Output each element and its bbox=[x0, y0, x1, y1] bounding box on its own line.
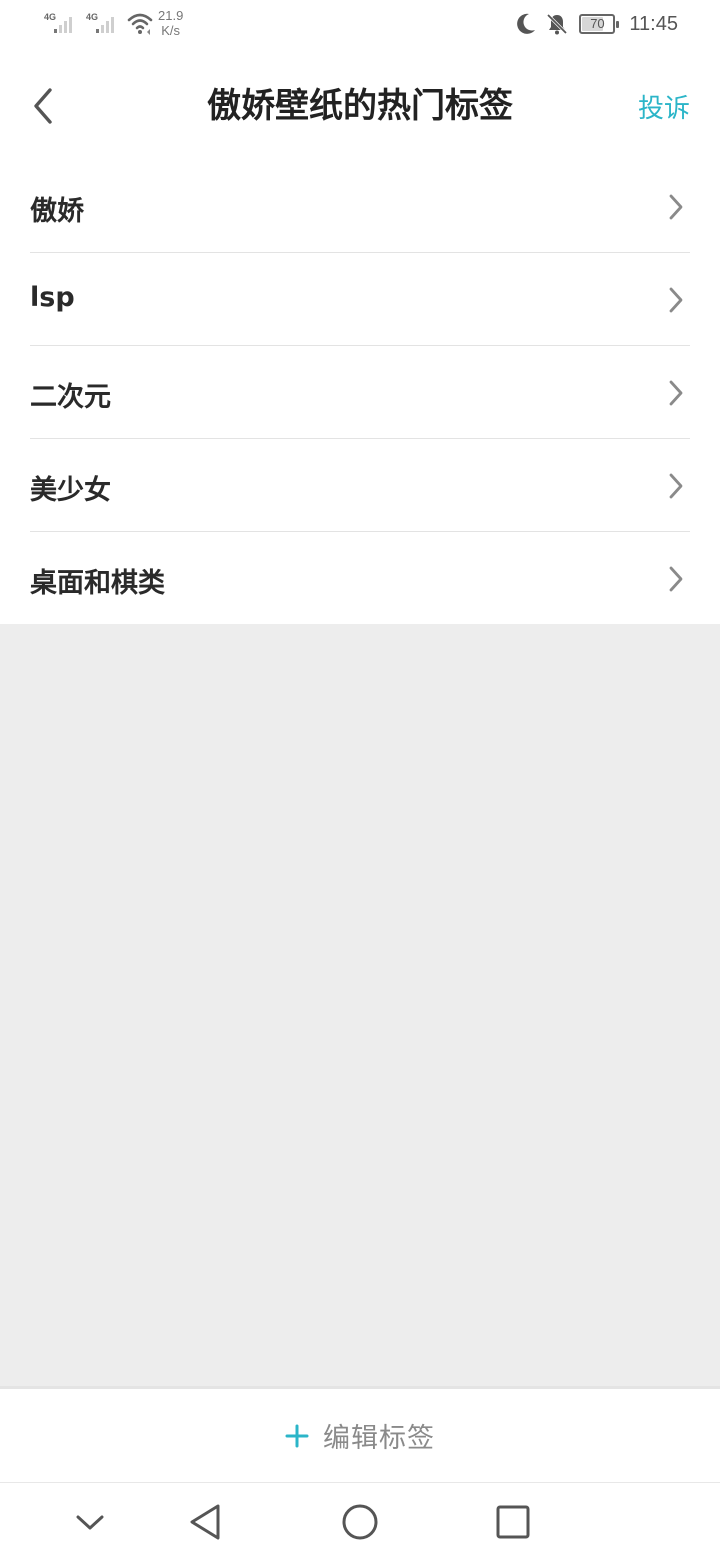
nav-home-button[interactable] bbox=[338, 1501, 382, 1545]
list-item[interactable]: lsp bbox=[30, 253, 690, 346]
status-right: 70 11:45 bbox=[515, 12, 678, 36]
back-triangle-icon bbox=[190, 1504, 220, 1540]
list-item[interactable]: 美少女 bbox=[30, 439, 690, 532]
nav-back-button[interactable] bbox=[184, 1501, 228, 1545]
header: 傲娇壁纸的热门标签 投诉 bbox=[0, 52, 720, 160]
edit-tags-button[interactable]: 编辑标签 bbox=[0, 1386, 720, 1482]
signal-icon: 4G bbox=[86, 8, 120, 38]
page-title: 傲娇壁纸的热门标签 bbox=[207, 86, 513, 126]
nav-recents-button[interactable] bbox=[490, 1501, 534, 1545]
status-bar: 4G 4G 21.9 K/s 70 11:45 bbox=[0, 0, 720, 52]
network-speed-unit: K/s bbox=[161, 23, 181, 38]
report-button[interactable]: 投诉 bbox=[638, 88, 690, 125]
battery-icon: 70 bbox=[579, 14, 620, 34]
nav-hide-button[interactable] bbox=[68, 1501, 112, 1545]
chevron-right-icon bbox=[669, 194, 683, 220]
network-speed-value: 21.9 bbox=[158, 8, 184, 23]
battery-level: 70 bbox=[590, 16, 605, 31]
list-item[interactable]: 桌面和棋类 bbox=[30, 532, 690, 624]
list-item[interactable]: 二次元 bbox=[30, 346, 690, 439]
list-item[interactable]: 傲娇 bbox=[30, 160, 690, 253]
network-speed: 21.9 K/s bbox=[158, 8, 183, 38]
plus-icon bbox=[285, 1424, 309, 1447]
status-left: 4G 4G 21.9 K/s bbox=[44, 8, 183, 38]
tag-label: 美少女 bbox=[30, 475, 111, 506]
system-nav-bar bbox=[0, 1482, 720, 1560]
chevron-right-icon bbox=[669, 566, 683, 592]
chevron-down-icon bbox=[76, 1515, 104, 1530]
home-circle-icon bbox=[342, 1504, 378, 1540]
chevron-right-icon bbox=[669, 473, 683, 499]
moon-icon bbox=[517, 13, 536, 34]
recents-square-icon bbox=[496, 1505, 530, 1539]
tag-label: 桌面和棋类 bbox=[30, 568, 165, 599]
tag-label: 傲娇 bbox=[30, 196, 84, 227]
chevron-right-icon bbox=[669, 287, 683, 313]
status-time: 11:45 bbox=[629, 12, 678, 35]
wifi-icon bbox=[127, 13, 153, 35]
edit-tags-label: 编辑标签 bbox=[323, 1423, 435, 1454]
chevron-right-icon bbox=[669, 380, 683, 406]
tag-label: lsp bbox=[30, 282, 75, 313]
bell-muted-icon bbox=[547, 13, 568, 35]
signal-icon: 4G bbox=[44, 8, 78, 38]
tag-label: 二次元 bbox=[30, 382, 111, 413]
tag-list: 傲娇 lsp 二次元 美少女 桌面和棋类 bbox=[0, 160, 720, 624]
